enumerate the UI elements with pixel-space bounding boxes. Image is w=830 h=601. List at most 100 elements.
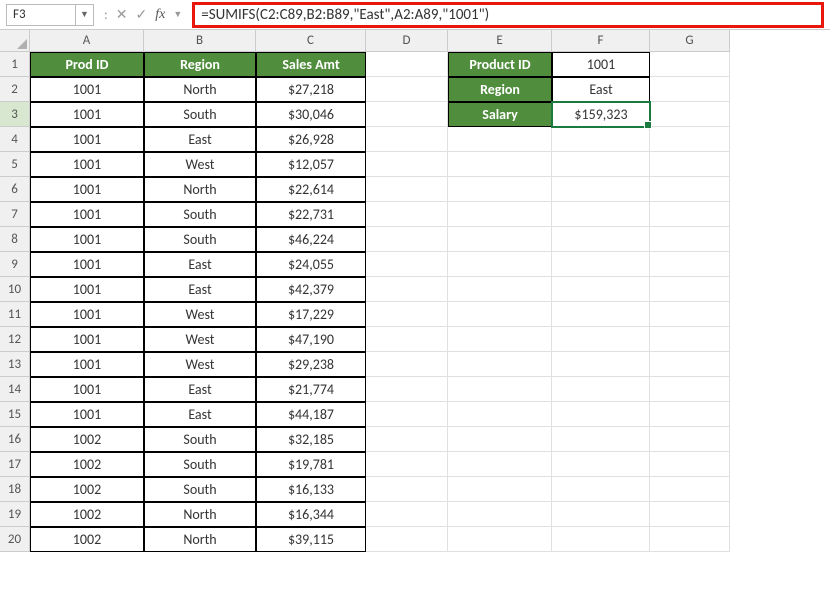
cell-region-10[interactable]: East [144, 277, 256, 302]
cell-region-4[interactable]: East [144, 127, 256, 152]
cell-d13[interactable] [366, 352, 448, 377]
cell-f19[interactable] [552, 502, 650, 527]
cell-g12[interactable] [650, 327, 730, 352]
cell-f20[interactable] [552, 527, 650, 552]
cell-e4[interactable] [448, 127, 552, 152]
cell-region-2[interactable]: North [144, 77, 256, 102]
cell-prod-5[interactable]: 1001 [30, 152, 144, 177]
cell-e17[interactable] [448, 452, 552, 477]
cell-sales-3[interactable]: $30,046 [256, 102, 366, 127]
row-header-2[interactable]: 2 [0, 77, 30, 102]
cell-f6[interactable] [552, 177, 650, 202]
cell-sales-10[interactable]: $42,379 [256, 277, 366, 302]
cell-region-8[interactable]: South [144, 227, 256, 252]
cell-e14[interactable] [448, 377, 552, 402]
col-header-d[interactable]: D [366, 30, 448, 52]
row-header-16[interactable]: 16 [0, 427, 30, 452]
cell-sales-8[interactable]: $46,224 [256, 227, 366, 252]
col-header-g[interactable]: G [650, 30, 730, 52]
row-header-7[interactable]: 7 [0, 202, 30, 227]
cell-d4[interactable] [366, 127, 448, 152]
cell-d19[interactable] [366, 502, 448, 527]
cell-e12[interactable] [448, 327, 552, 352]
cell-d10[interactable] [366, 277, 448, 302]
cell-prod-14[interactable]: 1001 [30, 377, 144, 402]
cell-sales-11[interactable]: $17,229 [256, 302, 366, 327]
cell-prod-7[interactable]: 1001 [30, 202, 144, 227]
cell-g17[interactable] [650, 452, 730, 477]
cell-g20[interactable] [650, 527, 730, 552]
cell-sales-14[interactable]: $21,774 [256, 377, 366, 402]
row-header-6[interactable]: 6 [0, 177, 30, 202]
cell-f11[interactable] [552, 302, 650, 327]
row-header-11[interactable]: 11 [0, 302, 30, 327]
cell-sales-5[interactable]: $12,057 [256, 152, 366, 177]
select-all-corner[interactable] [0, 30, 30, 52]
cell-e6[interactable] [448, 177, 552, 202]
cell-sales-2[interactable]: $27,218 [256, 77, 366, 102]
row-header-3[interactable]: 3 [0, 102, 30, 127]
col-header-f[interactable]: F [552, 30, 650, 52]
cell-prod-8[interactable]: 1001 [30, 227, 144, 252]
cell-e5[interactable] [448, 152, 552, 177]
cell-f7[interactable] [552, 202, 650, 227]
cell-d1[interactable] [366, 52, 448, 77]
cell-e8[interactable] [448, 227, 552, 252]
spreadsheet-grid[interactable]: A B C D E F G 1Prod IDRegionSales AmtPro… [0, 30, 830, 552]
cell-f10[interactable] [552, 277, 650, 302]
cell-region-19[interactable]: North [144, 502, 256, 527]
cell-e15[interactable] [448, 402, 552, 427]
cell-region-18[interactable]: South [144, 477, 256, 502]
cell-g5[interactable] [650, 152, 730, 177]
cell-prod-12[interactable]: 1001 [30, 327, 144, 352]
row-header-18[interactable]: 18 [0, 477, 30, 502]
col-header-e[interactable]: E [448, 30, 552, 52]
row-header-1[interactable]: 1 [0, 52, 30, 77]
cell-e10[interactable] [448, 277, 552, 302]
cell-sales-20[interactable]: $39,115 [256, 527, 366, 552]
cell-e18[interactable] [448, 477, 552, 502]
cell-d14[interactable] [366, 377, 448, 402]
cell-f16[interactable] [552, 427, 650, 452]
formula-input[interactable]: =SUMIFS(C2:C89,B2:B89,"East",A2:A89,"100… [192, 2, 824, 28]
cell-prod-3[interactable]: 1001 [30, 102, 144, 127]
cell-prod-16[interactable]: 1002 [30, 427, 144, 452]
fx-dropdown-icon[interactable]: ▼ [169, 9, 186, 20]
lookup-label-product-id[interactable]: Product ID [448, 52, 552, 77]
cell-region-9[interactable]: East [144, 252, 256, 277]
cell-g11[interactable] [650, 302, 730, 327]
row-header-19[interactable]: 19 [0, 502, 30, 527]
cell-prod-11[interactable]: 1001 [30, 302, 144, 327]
cell-d18[interactable] [366, 477, 448, 502]
cell-e9[interactable] [448, 252, 552, 277]
cancel-icon[interactable]: ✕ [112, 6, 132, 23]
row-header-17[interactable]: 17 [0, 452, 30, 477]
cell-d20[interactable] [366, 527, 448, 552]
enter-icon[interactable]: ✓ [131, 6, 151, 23]
cell-region-14[interactable]: East [144, 377, 256, 402]
col-header-c[interactable]: C [256, 30, 366, 52]
cell-g8[interactable] [650, 227, 730, 252]
cell-prod-4[interactable]: 1001 [30, 127, 144, 152]
fx-icon[interactable]: fx [151, 7, 169, 23]
col-header-b[interactable]: B [144, 30, 256, 52]
cell-region-17[interactable]: South [144, 452, 256, 477]
cell-g6[interactable] [650, 177, 730, 202]
cell-f4[interactable] [552, 127, 650, 152]
cell-prod-15[interactable]: 1001 [30, 402, 144, 427]
row-header-9[interactable]: 9 [0, 252, 30, 277]
cell-f5[interactable] [552, 152, 650, 177]
lookup-value-product-id[interactable]: 1001 [552, 52, 650, 77]
cell-g7[interactable] [650, 202, 730, 227]
cell-g2[interactable] [650, 77, 730, 102]
lookup-label-region[interactable]: Region [448, 77, 552, 102]
cell-d16[interactable] [366, 427, 448, 452]
cell-sales-17[interactable]: $19,781 [256, 452, 366, 477]
cell-prod-19[interactable]: 1002 [30, 502, 144, 527]
cell-g15[interactable] [650, 402, 730, 427]
cell-g9[interactable] [650, 252, 730, 277]
row-header-14[interactable]: 14 [0, 377, 30, 402]
cell-sales-15[interactable]: $44,187 [256, 402, 366, 427]
cell-region-11[interactable]: West [144, 302, 256, 327]
cell-g18[interactable] [650, 477, 730, 502]
